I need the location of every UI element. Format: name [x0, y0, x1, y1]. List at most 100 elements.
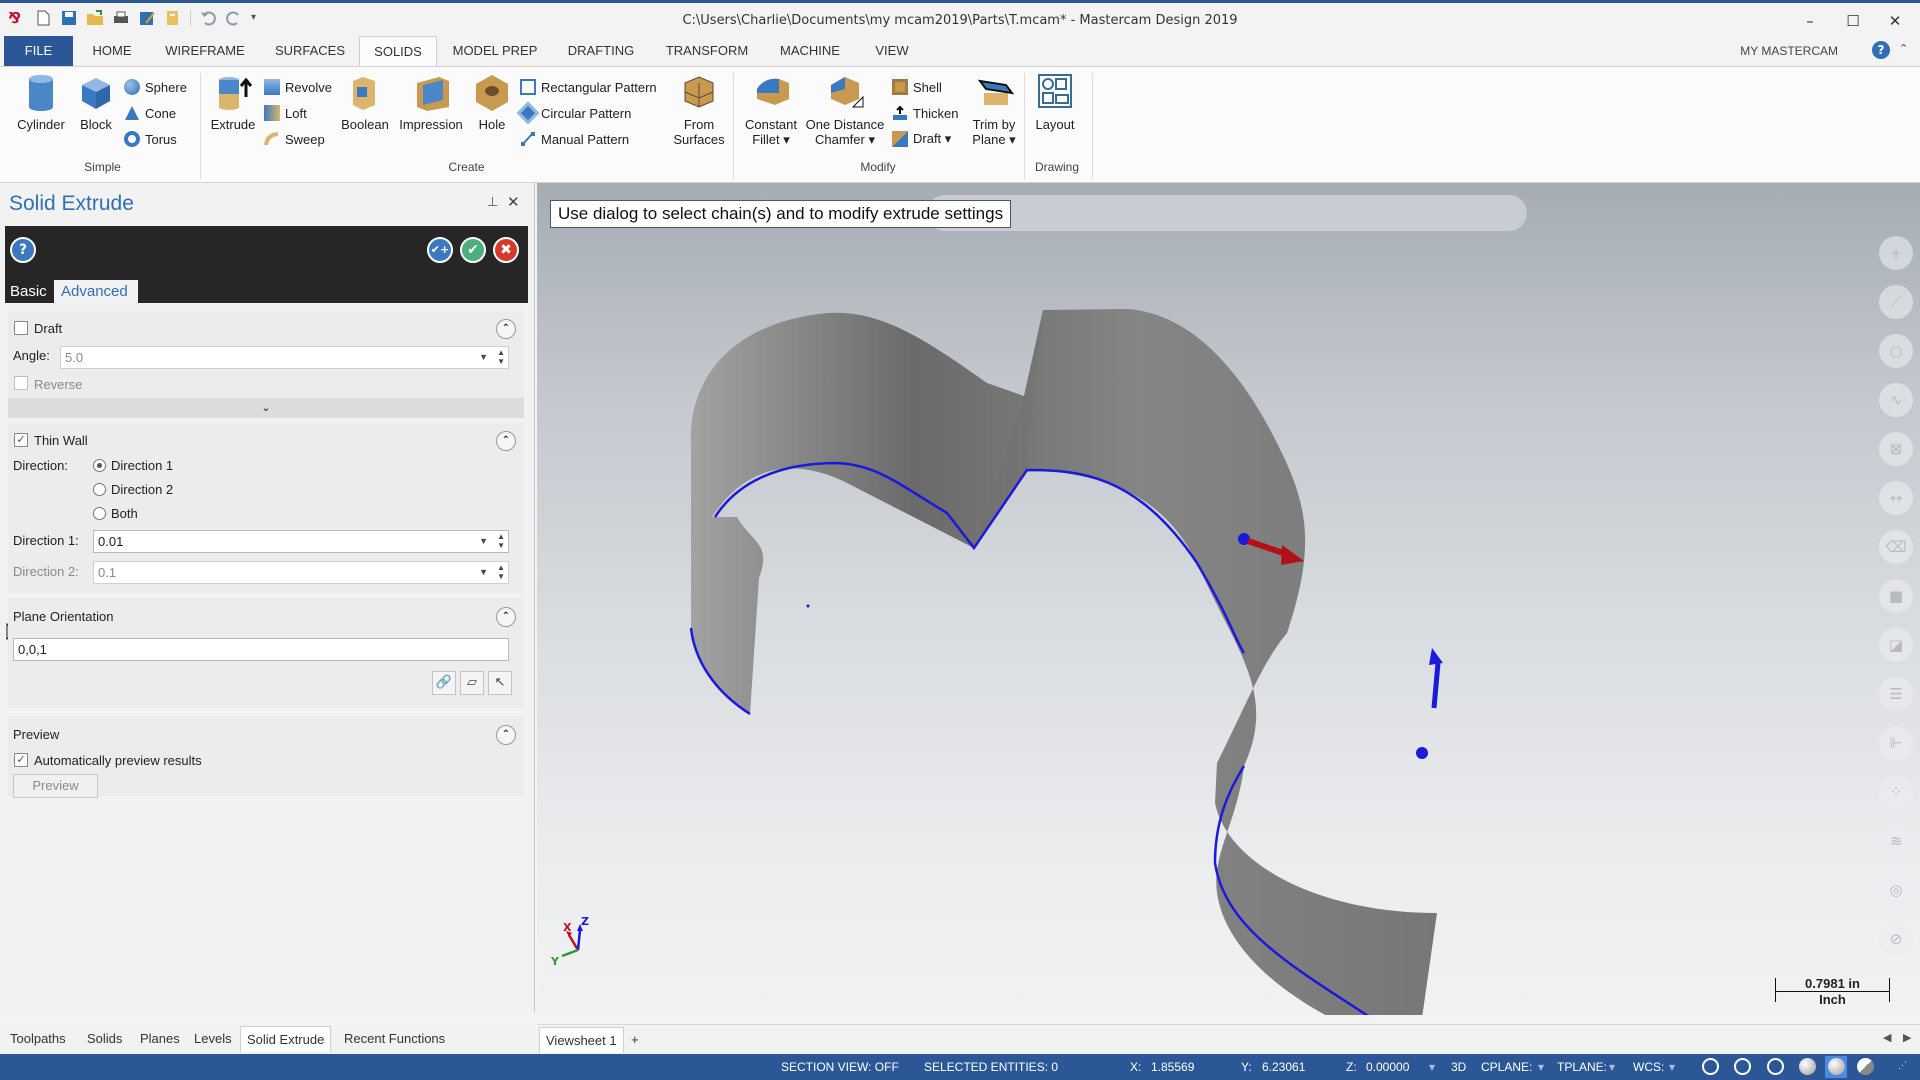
tab-file[interactable]: FILE [4, 36, 73, 66]
circular-pattern-button[interactable]: Circular Pattern [516, 101, 631, 125]
z-dropdown-icon[interactable]: ▾ [1429, 1060, 1435, 1074]
tab-advanced[interactable]: Advanced [54, 280, 138, 303]
collapse-ribbon-icon[interactable]: ⌃ [1899, 42, 1908, 55]
tab-toolpaths[interactable]: Toolpaths [4, 1026, 72, 1052]
wireframe-globe-icon[interactable] [1702, 1058, 1719, 1075]
dropdown-icon[interactable]: ▼ [479, 562, 488, 583]
draft-button[interactable]: Draft ▾ [892, 129, 951, 149]
tab-solids[interactable]: SOLIDS [359, 36, 437, 67]
dimension-icon[interactable]: ↔ [1879, 481, 1913, 515]
tab-transform[interactable]: TRANSFORM [660, 36, 754, 66]
plane-toolbar-icon[interactable]: ⊩ [1879, 726, 1913, 760]
hidden-line-globe-icon[interactable] [1734, 1058, 1751, 1075]
line-icon[interactable]: ⟋ [1879, 285, 1913, 319]
chain-end-point[interactable] [1416, 747, 1428, 759]
tab-planes[interactable]: Planes [134, 1026, 186, 1052]
expand-draft-icon[interactable]: ⌄ [8, 398, 524, 418]
dropdown-icon[interactable]: ▼ [479, 531, 488, 552]
panel-close-button[interactable]: ✕ [507, 193, 520, 211]
scroll-left-icon[interactable]: ◀ [1883, 1031, 1891, 1044]
collapse-draft-icon[interactable]: ⌃ [496, 319, 516, 339]
constant-fillet-button[interactable]: Constant Fillet ▾ [740, 73, 802, 147]
add-point-icon[interactable]: + [1879, 236, 1913, 270]
both-radio[interactable] [93, 507, 106, 520]
add-viewsheet-button[interactable]: + [625, 1027, 645, 1053]
auto-preview-checkbox[interactable]: ✓ [14, 753, 28, 767]
tab-levels[interactable]: Levels [188, 1026, 238, 1052]
direction-2-input[interactable]: 0.1 ▼ ▲ ▼ [93, 561, 509, 584]
tab-recent-functions[interactable]: Recent Functions [338, 1026, 451, 1052]
resize-grip-icon[interactable]: ⋰ [1898, 1060, 1907, 1071]
tab-solid-extrude[interactable]: Solid Extrude [240, 1026, 332, 1052]
torus-button[interactable]: Torus [124, 129, 177, 149]
preview-button[interactable]: Preview [13, 774, 98, 798]
hole-button[interactable]: Hole [472, 73, 512, 132]
dropdown-icon[interactable]: ▼ [479, 347, 488, 368]
cancel-button[interactable]: ✖ [493, 237, 519, 263]
cplane-selector[interactable]: CPLANE: [1481, 1060, 1532, 1074]
tab-view[interactable]: VIEW [866, 36, 918, 66]
collapse-plane-icon[interactable]: ⌃ [496, 607, 516, 627]
close-button[interactable]: ✕ [1880, 9, 1910, 33]
tab-surfaces[interactable]: SURFACES [272, 36, 348, 66]
draft-checkbox[interactable] [14, 321, 28, 335]
spin-icon[interactable]: ▲ ▼ [497, 532, 505, 550]
ok-button[interactable]: ✔ [460, 237, 486, 263]
tab-machine[interactable]: MACHINE [774, 36, 846, 66]
sphere-button[interactable]: Sphere [124, 77, 187, 97]
levels-icon[interactable]: ☰ [1879, 677, 1913, 711]
select-arrow-icon[interactable]: ↖ [488, 671, 512, 695]
pin-icon[interactable]: ⊥ [487, 195, 498, 210]
chain-icon[interactable]: ◎ [1879, 873, 1913, 907]
block-button[interactable]: Block [74, 73, 118, 132]
plane-orientation-input[interactable]: 0,0,1 [13, 638, 509, 661]
box-view-icon[interactable]: ⊠ [1879, 432, 1913, 466]
my-mastercam-link[interactable]: MY MASTERCAM [1740, 44, 1838, 58]
spline-icon[interactable]: ∿ [1879, 383, 1913, 417]
tab-viewsheet-1[interactable]: Viewsheet 1 [539, 1027, 624, 1053]
wcs-selector[interactable]: WCS: [1633, 1060, 1664, 1074]
z-coordinate[interactable]: 0.00000 [1366, 1060, 1409, 1074]
from-surfaces-button[interactable]: From Surfaces [668, 73, 730, 147]
help-icon[interactable]: ? [1872, 41, 1890, 59]
manual-pattern-button[interactable]: Manual Pattern [520, 129, 629, 149]
eraser-icon[interactable]: ⌫ [1879, 530, 1913, 564]
trim-by-plane-button[interactable]: Trim by Plane ▾ [966, 73, 1022, 147]
analyze-icon[interactable]: ◪ [1879, 628, 1913, 662]
section-view-status[interactable]: SECTION VIEW: OFF [781, 1060, 899, 1074]
rectangular-pattern-button[interactable]: Rectangular Pattern [520, 77, 657, 97]
shaded-edges-icon[interactable] [1828, 1058, 1845, 1075]
translucency-icon[interactable] [1857, 1058, 1874, 1075]
shaded-icon[interactable] [1799, 1058, 1816, 1075]
shaded-globe-icon[interactable] [1767, 1058, 1784, 1075]
tab-model-prep[interactable]: MODEL PREP [448, 36, 542, 66]
collapse-preview-icon[interactable]: ⌃ [496, 725, 516, 745]
boolean-button[interactable]: Boolean [338, 73, 392, 132]
cylinder-button[interactable]: Cylinder [12, 73, 70, 132]
layout-button[interactable]: Layout [1030, 73, 1080, 132]
no-entry-icon[interactable]: ⊘ [1879, 922, 1913, 956]
colors-icon[interactable]: ⁘ [1879, 775, 1913, 809]
maximize-button[interactable]: ☐ [1838, 9, 1868, 33]
sweep-button[interactable]: Sweep [264, 129, 325, 149]
extrude-button[interactable]: Extrude [206, 73, 260, 132]
thicken-button[interactable]: Thicken [892, 103, 959, 123]
plane-icon[interactable]: ▱ [460, 671, 484, 695]
reverse-checkbox[interactable] [14, 376, 28, 390]
ok-and-create-new-button[interactable]: ✔+ [427, 237, 453, 263]
cplane-dropdown-icon[interactable]: ▾ [1538, 1060, 1544, 1074]
scroll-right-icon[interactable]: ▶ [1903, 1031, 1911, 1044]
spin-icon[interactable]: ▲ ▼ [497, 348, 505, 366]
tab-wireframe[interactable]: WIREFRAME [160, 36, 250, 66]
minimize-button[interactable]: – [1795, 9, 1825, 33]
one-distance-chamfer-button[interactable]: One Distance Chamfer ▾ [804, 73, 886, 147]
tab-home[interactable]: HOME [86, 36, 138, 66]
direction-1-input[interactable]: 0.01 ▼ ▲ ▼ [93, 530, 509, 553]
tplane-dropdown-icon[interactable]: ▾ [1609, 1060, 1615, 1074]
cone-button[interactable]: Cone [124, 103, 176, 123]
extrude-direction-arrow-icon[interactable] [1429, 648, 1443, 665]
direction-2-radio[interactable] [93, 483, 106, 496]
thin-wall-checkbox[interactable]: ✓ [14, 433, 28, 447]
tab-basic[interactable]: Basic [10, 280, 52, 303]
collapse-thin-wall-icon[interactable]: ⌃ [496, 431, 516, 451]
